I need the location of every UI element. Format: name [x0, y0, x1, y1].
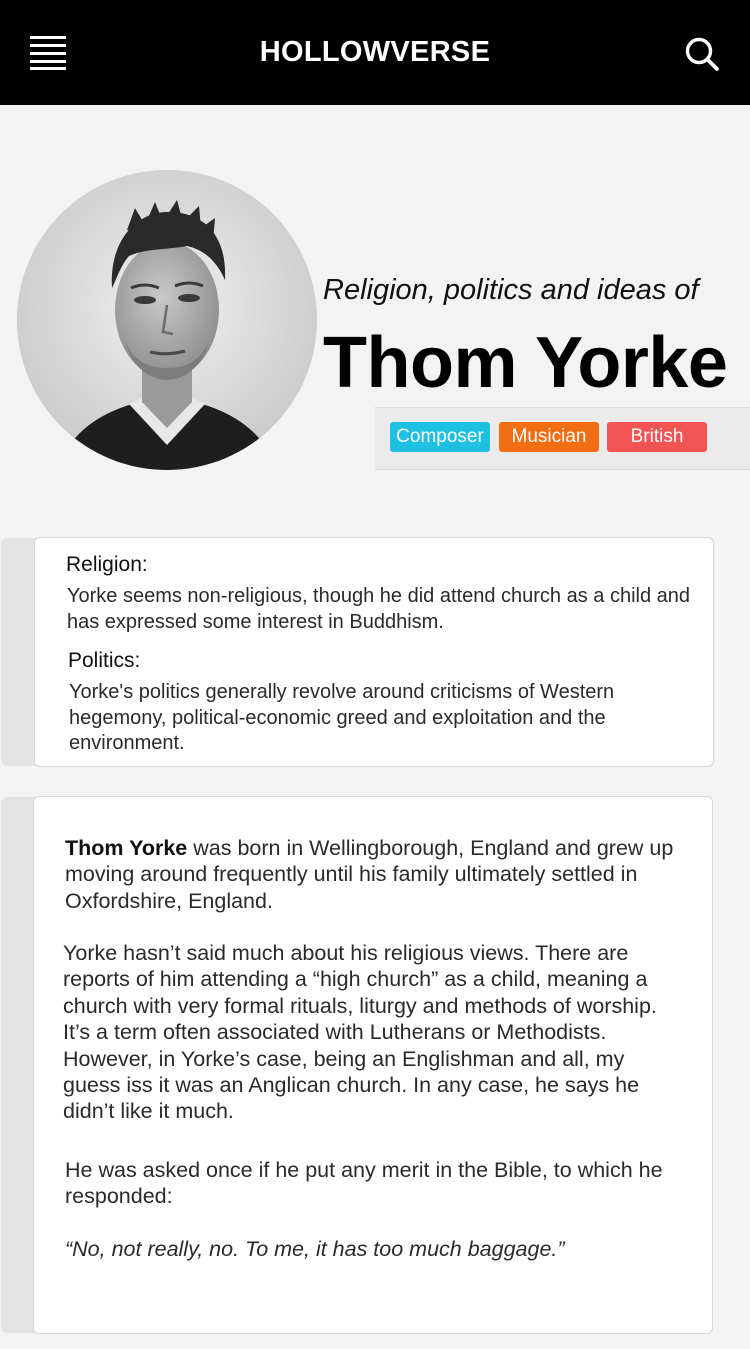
site-logo[interactable]: HOLLOWVERSE — [0, 36, 750, 69]
tag-musician[interactable]: Musician — [499, 422, 599, 452]
article-paragraph-intro: Thom Yorke was born in Wellingborough, E… — [65, 836, 674, 913]
tag-british[interactable]: British — [607, 422, 707, 452]
religion-summary: Yorke seems non-religious, though he did… — [67, 585, 690, 633]
page-title: Thom Yorke — [323, 323, 728, 403]
hero-subtitle: Religion, politics and ideas of — [323, 274, 699, 306]
portrait-photo — [17, 170, 317, 470]
politics-summary: Yorke's politics generally revolve aroun… — [69, 681, 615, 754]
article-quote: “No, not really, no. To me, it has too m… — [65, 1237, 565, 1261]
article-paragraph-religion: Yorke hasn’t said much about his religio… — [63, 941, 657, 1124]
top-navigation-bar: HOLLOWVERSE — [0, 0, 750, 105]
search-icon[interactable] — [684, 36, 720, 72]
politics-heading: Politics: — [68, 649, 141, 672]
religion-heading: Religion: — [66, 553, 148, 576]
article-card: Thom Yorke was born in Wellingborough, E… — [33, 796, 713, 1334]
article-paragraph-bible: He was asked once if he put any merit in… — [65, 1158, 663, 1209]
article-subject-name: Thom Yorke — [65, 836, 188, 860]
summary-card: Religion: Yorke seems non-religious, tho… — [34, 537, 714, 767]
tag-list: Composer Musician British — [375, 407, 750, 470]
tag-composer[interactable]: Composer — [390, 422, 490, 452]
